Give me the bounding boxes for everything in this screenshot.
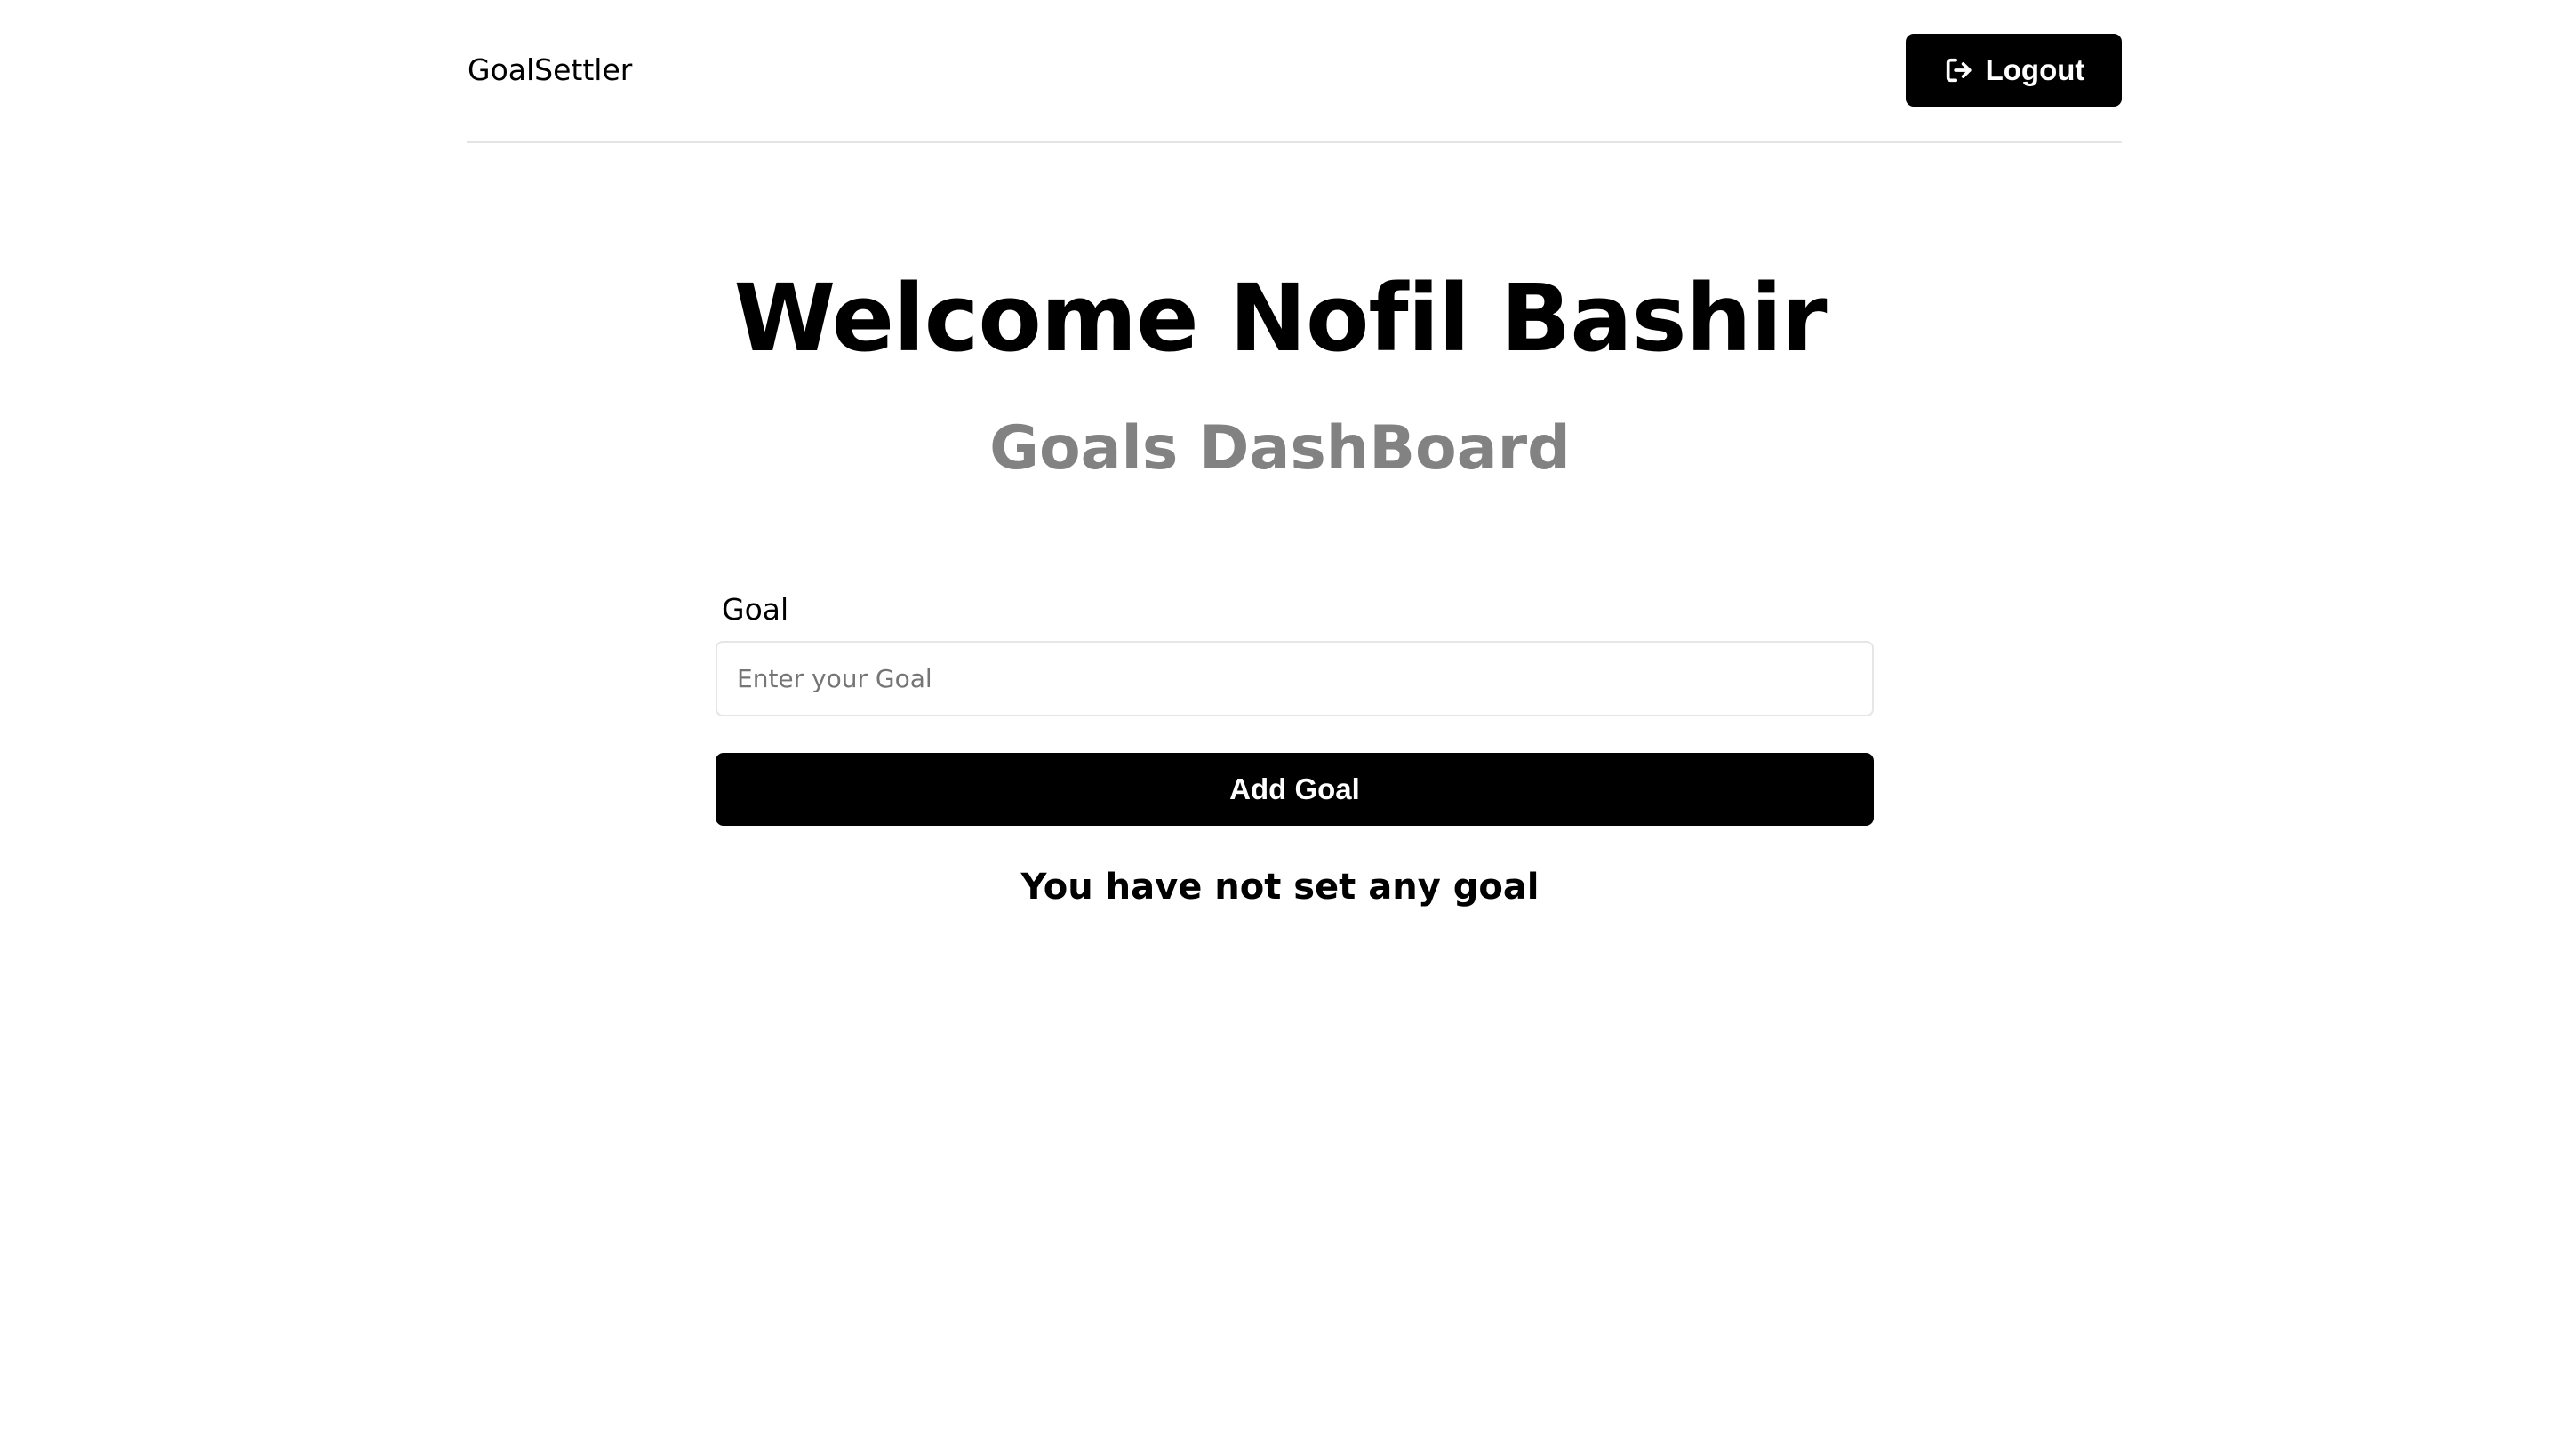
logout-button[interactable]: Logout	[1906, 34, 2122, 107]
logout-label: Logout	[1985, 53, 2085, 86]
add-goal-button[interactable]: Add Goal	[716, 753, 1874, 826]
sign-out-icon	[1943, 55, 1973, 85]
site-header: GoalSettler Logout	[467, 0, 2122, 143]
brand-logo-text[interactable]: GoalSettler	[468, 52, 632, 88]
welcome-heading: Welcome Nofil Bashir	[733, 264, 1828, 372]
dashboard-subtitle: Goals DashBoard	[989, 413, 1571, 484]
goal-input[interactable]	[716, 641, 1874, 716]
empty-goals-message: You have not set any goal	[1020, 867, 1540, 908]
goal-label: Goal	[722, 592, 789, 627]
